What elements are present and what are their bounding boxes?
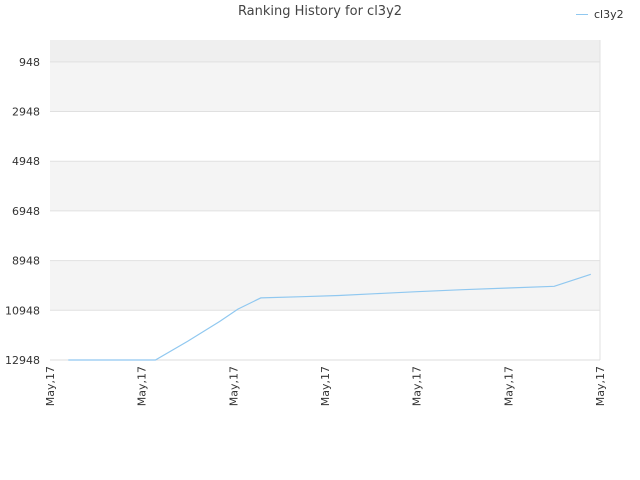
x-axis-ticks: May,17 May,17 May,17 May,17 May,17 May,17 May,… xyxy=(44,366,607,406)
x-tick-label: May,17 xyxy=(319,366,332,406)
plot-band xyxy=(50,161,600,211)
plot-band xyxy=(50,210,600,261)
y-tick-label: 12948 xyxy=(5,354,40,367)
plot-band xyxy=(50,310,600,360)
y-tick-label: 948 xyxy=(19,56,40,69)
plot-band xyxy=(50,61,600,112)
plot-bands xyxy=(50,40,600,360)
y-tick-label: 4948 xyxy=(12,155,40,168)
x-tick-label: May,17 xyxy=(594,366,607,406)
plot-band xyxy=(50,260,600,311)
y-tick-label: 6948 xyxy=(12,205,40,218)
x-tick-label: May,17 xyxy=(502,366,515,406)
y-tick-label: 2948 xyxy=(12,106,40,119)
x-tick-label: May,17 xyxy=(44,366,57,406)
x-tick-label: May,17 xyxy=(411,366,424,406)
x-tick-label: May,17 xyxy=(227,366,240,406)
y-tick-label: 10948 xyxy=(5,304,40,317)
x-tick-label: May,17 xyxy=(136,366,149,406)
y-axis-ticks: 948 2948 4948 6948 8948 10948 12948 xyxy=(5,56,40,367)
y-tick-label: 8948 xyxy=(12,255,40,268)
chart-svg: 94829484948694889481094812948 May,17 May,… xyxy=(5,40,607,406)
plot-band xyxy=(50,111,600,162)
plot-band xyxy=(50,40,600,62)
